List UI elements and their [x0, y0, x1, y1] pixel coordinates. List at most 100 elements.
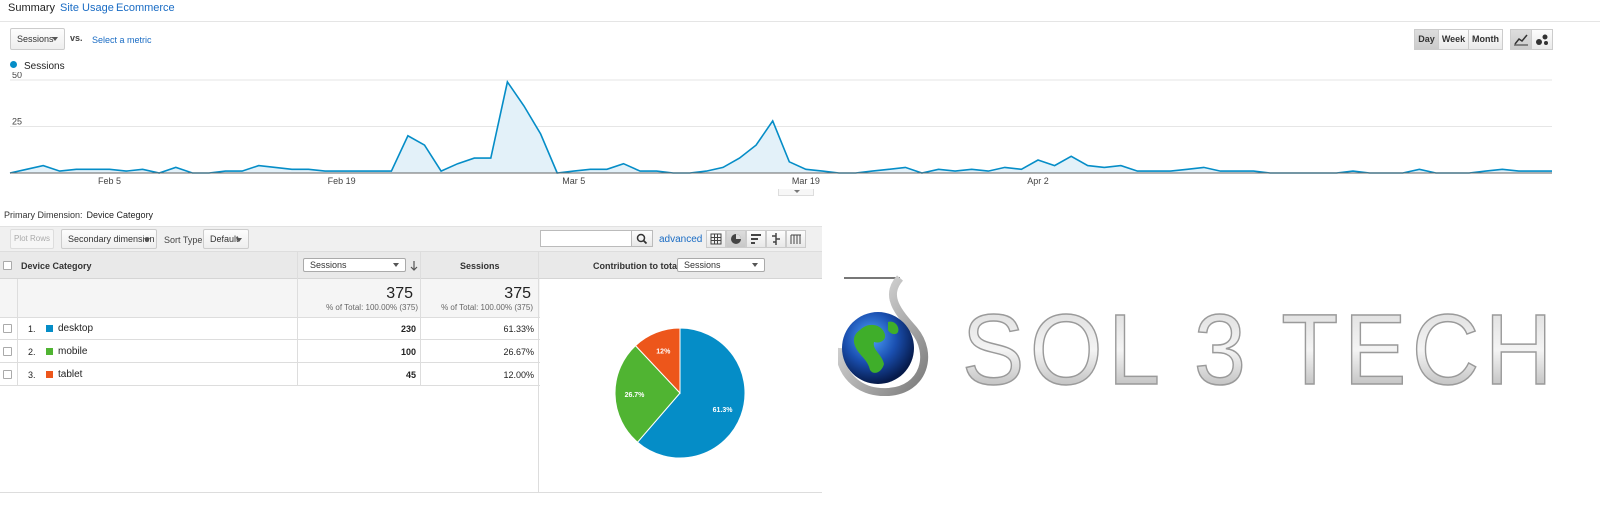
sessions-area — [10, 81, 1552, 173]
table-row[interactable]: 1. desktop 230 61.33% — [0, 318, 540, 340]
line-chart-button[interactable] — [1510, 29, 1532, 50]
y-tick-label: 50 — [12, 72, 22, 80]
motion-chart-button[interactable] — [1531, 29, 1553, 50]
pie-view-button[interactable] — [726, 230, 746, 248]
row-number: 1. — [28, 324, 36, 334]
contribution-pie-chart: 61.3% 26.7% 12% — [614, 327, 746, 459]
chevron-down-icon — [144, 238, 150, 242]
x-tick-label: Feb 5 — [98, 176, 121, 186]
select-all-checkbox[interactable] — [3, 261, 12, 270]
row-sessions: 100 — [400, 347, 416, 357]
report-tabs: Summary Site Usage Ecommerce — [0, 0, 1600, 22]
pie-view-icon — [731, 234, 741, 244]
metric-column-select[interactable]: Sessions — [303, 258, 406, 272]
row-checkbox[interactable] — [3, 370, 12, 379]
row-checkbox[interactable] — [3, 347, 12, 356]
metric-column-select-label: Sessions — [310, 260, 347, 270]
row-pct: 26.67% — [503, 347, 534, 357]
metric-dropdown[interactable]: Sessions — [10, 28, 65, 50]
x-tick-label: Feb 19 — [328, 176, 356, 186]
table-bottom-border — [0, 492, 822, 493]
column-divider — [420, 252, 421, 386]
table-header: Device Category Sessions Sessions Contri… — [0, 252, 822, 279]
chevron-down-icon — [52, 37, 58, 41]
chevron-down-icon — [393, 263, 399, 267]
x-tick-label: Mar 19 — [792, 176, 820, 186]
tab-summary[interactable]: Summary — [8, 2, 55, 14]
row-sessions: 230 — [400, 324, 416, 334]
primary-dimension-value[interactable]: Device Category — [87, 210, 154, 220]
performance-view-button[interactable] — [746, 230, 766, 248]
granularity-week-button[interactable]: Week — [1438, 29, 1469, 50]
vs-label: vs. — [70, 33, 83, 43]
row-device-name[interactable]: desktop — [58, 323, 93, 334]
search-button[interactable] — [631, 230, 653, 247]
legend-series-name: Sessions — [24, 61, 65, 72]
column-divider — [17, 279, 18, 386]
dimension-column-header[interactable]: Device Category — [21, 261, 92, 271]
x-tick-label: Mar 5 — [562, 176, 585, 186]
table-search-input[interactable] — [540, 230, 632, 247]
pivot-view-icon — [790, 234, 801, 244]
chevron-down-icon — [236, 238, 242, 242]
chart-collapse-handle[interactable] — [778, 189, 814, 196]
grid-view-icon — [710, 233, 722, 245]
totals-row: 375 % of Total: 100.00% (375) 375 % of T… — [0, 279, 540, 318]
column-divider — [538, 252, 539, 492]
sort-type-dropdown[interactable]: Default — [203, 229, 249, 249]
column-divider — [297, 252, 298, 386]
primary-dimension-label: Primary Dimension: — [4, 210, 83, 220]
contribution-select-label: Sessions — [684, 260, 721, 270]
comparison-view-icon — [772, 233, 780, 245]
chevron-down-icon — [752, 263, 758, 267]
row-color-swatch — [46, 371, 53, 378]
metric-dropdown-label: Sessions — [17, 34, 54, 44]
sessions-line-chart: 25 50 Feb 5 Feb 19 Mar 5 Mar 19 Apr 2 — [9, 72, 1552, 186]
grid-view-button[interactable] — [706, 230, 726, 248]
tab-ecommerce[interactable]: Ecommerce — [116, 2, 175, 14]
granularity-day-button[interactable]: Day — [1414, 29, 1439, 50]
line-chart-icon — [1514, 34, 1528, 46]
tab-site-usage[interactable]: Site Usage — [60, 2, 114, 14]
sort-type-value: Default — [210, 234, 239, 244]
row-checkbox[interactable] — [3, 324, 12, 333]
pie-slice-label: 61.3% — [713, 407, 734, 414]
sort-type-label: Sort Type: — [164, 235, 205, 245]
sol-3-tech-logo: SOL 3 TECH — [838, 275, 1558, 396]
row-number: 3. — [28, 370, 36, 380]
pivot-view-button[interactable] — [786, 230, 806, 248]
row-pct: 61.33% — [503, 324, 534, 334]
chart-legend: Sessions — [10, 61, 65, 72]
comparison-view-button[interactable] — [766, 230, 786, 248]
sessions-column-header[interactable]: Sessions — [460, 261, 500, 271]
performance-view-icon — [751, 234, 761, 244]
total-contribution-value: 375 — [504, 285, 531, 302]
row-device-name[interactable]: mobile — [58, 346, 87, 357]
total-contribution-pct: % of Total: 100.00% (375) — [441, 303, 533, 312]
table-row[interactable]: 3. tablet 45 12.00% — [0, 364, 540, 386]
row-device-name[interactable]: tablet — [58, 369, 82, 380]
contribution-select[interactable]: Sessions — [677, 258, 765, 272]
pie-slice-label: 26.7% — [625, 392, 646, 399]
advanced-filter-link[interactable]: advanced — [659, 234, 702, 245]
x-tick-label: Apr 2 — [1027, 176, 1049, 186]
y-tick-label: 25 — [12, 117, 22, 127]
motion-chart-icon — [1536, 34, 1548, 45]
select-metric-link[interactable]: Select a metric — [92, 35, 152, 45]
plot-rows-button[interactable]: Plot Rows — [10, 229, 54, 249]
contribution-label: Contribution to total: — [593, 261, 683, 271]
row-number: 2. — [28, 347, 36, 357]
logo-text: SOL 3 TECH — [962, 294, 1558, 396]
total-sessions-pct: % of Total: 100.00% (375) — [326, 303, 418, 312]
secondary-dimension-dropdown[interactable]: Secondary dimension — [61, 229, 157, 249]
row-sessions: 45 — [405, 370, 416, 380]
table-row[interactable]: 2. mobile 100 26.67% — [0, 341, 540, 363]
total-sessions-value: 375 — [386, 285, 413, 302]
legend-dot — [10, 61, 17, 68]
chart-controls: Sessions vs. Select a metric — [0, 22, 1600, 54]
table-toolbar: Plot Rows Secondary dimension Sort Type:… — [0, 226, 822, 252]
granularity-month-button[interactable]: Month — [1468, 29, 1503, 50]
secondary-dimension-label: Secondary dimension — [68, 234, 155, 244]
globe-icon — [838, 275, 929, 396]
sort-descending-icon[interactable] — [409, 259, 419, 273]
